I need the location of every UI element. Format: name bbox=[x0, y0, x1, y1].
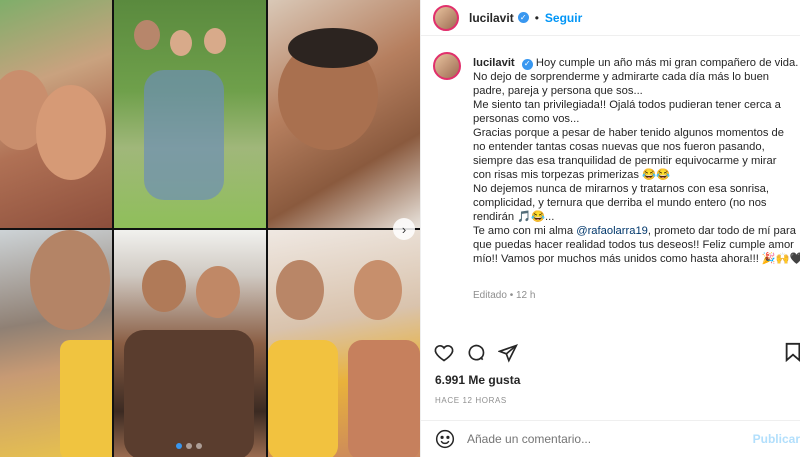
meta-separator: • bbox=[509, 290, 514, 301]
avatar[interactable] bbox=[433, 4, 459, 31]
caption-line: No dejo de sorprenderme y admirarte cada… bbox=[473, 71, 770, 83]
caption-line: con risas mis torpezas primerizas 😂😂 bbox=[473, 169, 670, 181]
post-timestamp: HACE 12 HORAS bbox=[435, 396, 507, 405]
verified-icon: ✓ bbox=[521, 58, 533, 70]
carousel-dot bbox=[176, 443, 182, 449]
edited-label: Editado bbox=[473, 290, 507, 301]
carousel-indicator bbox=[176, 443, 202, 449]
caption-line: rendirán 🎵😂... bbox=[473, 211, 555, 223]
caption-line: Te amo con mi alma bbox=[473, 225, 574, 237]
heart-icon[interactable] bbox=[433, 342, 455, 364]
caption-avatar[interactable] bbox=[433, 52, 461, 80]
edited-meta: Editado • 12 h bbox=[473, 290, 535, 301]
follow-button[interactable]: Seguir bbox=[545, 11, 582, 25]
header-separator: • bbox=[534, 10, 539, 25]
caption-line: complicidad, y ternura que derriba el mu… bbox=[473, 197, 767, 209]
caption-line: no entender tantas cosas nuevas que nos … bbox=[473, 141, 765, 153]
caption-line: No dejemos nunca de mirarnos y tratarnos… bbox=[473, 183, 769, 195]
mention-link[interactable]: @rafaolarra19 bbox=[576, 225, 648, 237]
comment-bar: Publicar bbox=[421, 420, 800, 457]
publish-button[interactable]: Publicar bbox=[753, 432, 800, 446]
comment-icon[interactable] bbox=[465, 342, 487, 364]
verified-icon: ✓ bbox=[517, 12, 529, 23]
post-username[interactable]: lucilavit bbox=[469, 11, 514, 25]
post-header: lucilavit ✓ • Seguir bbox=[421, 0, 800, 36]
caption-line: Hoy cumple un año más mi gran compañero … bbox=[535, 57, 799, 69]
post-media[interactable]: › bbox=[0, 0, 420, 457]
comment-input[interactable] bbox=[467, 432, 727, 446]
caption-text: lucilavit ✓ Hoy cumple un año más mi gra… bbox=[473, 56, 800, 266]
caption-line: Gracias porque a pesar de haber tenido a… bbox=[473, 127, 784, 139]
like-count[interactable]: 6.991 Me gusta bbox=[435, 373, 520, 387]
caption: lucilavit ✓ Hoy cumple un año más mi gra… bbox=[433, 52, 800, 302]
caption-line: Me siento tan privilegiada!! Ojalá todos… bbox=[473, 99, 781, 111]
carousel-dot bbox=[186, 443, 192, 449]
photo-tile-couple-smiling bbox=[268, 230, 420, 457]
caption-line: siempre das esa tranquilidad de permitir… bbox=[473, 155, 777, 167]
caption-line: que puedas hacer realidad todos tus dese… bbox=[473, 239, 794, 251]
carousel-dot bbox=[196, 443, 202, 449]
caption-line: , prometo dar todo de mí para bbox=[647, 225, 796, 237]
photo-tile-car bbox=[0, 230, 112, 457]
photo-tile-couple-selfie bbox=[0, 0, 112, 228]
photo-tile-couple-sunglasses bbox=[114, 230, 266, 457]
caption-username[interactable]: lucilavit bbox=[473, 57, 515, 69]
emoji-icon[interactable] bbox=[435, 429, 455, 449]
share-icon[interactable] bbox=[497, 342, 519, 364]
photo-tile-kiss-baby bbox=[268, 0, 420, 228]
edited-time: 12 h bbox=[516, 290, 536, 301]
caption-line: padre, pareja y persona que sos... bbox=[473, 85, 643, 97]
post-panel: lucilavit ✓ • Seguir lucilavit ✓ Hoy cum… bbox=[420, 0, 800, 457]
caption-line: personas como vos... bbox=[473, 113, 580, 125]
caption-line: mío!! Vamos por muchos más unidos como h… bbox=[473, 253, 800, 265]
action-bar bbox=[433, 340, 800, 366]
bookmark-icon[interactable] bbox=[784, 342, 800, 367]
photo-tile-family bbox=[114, 0, 266, 228]
carousel-next-icon[interactable]: › bbox=[393, 218, 415, 240]
